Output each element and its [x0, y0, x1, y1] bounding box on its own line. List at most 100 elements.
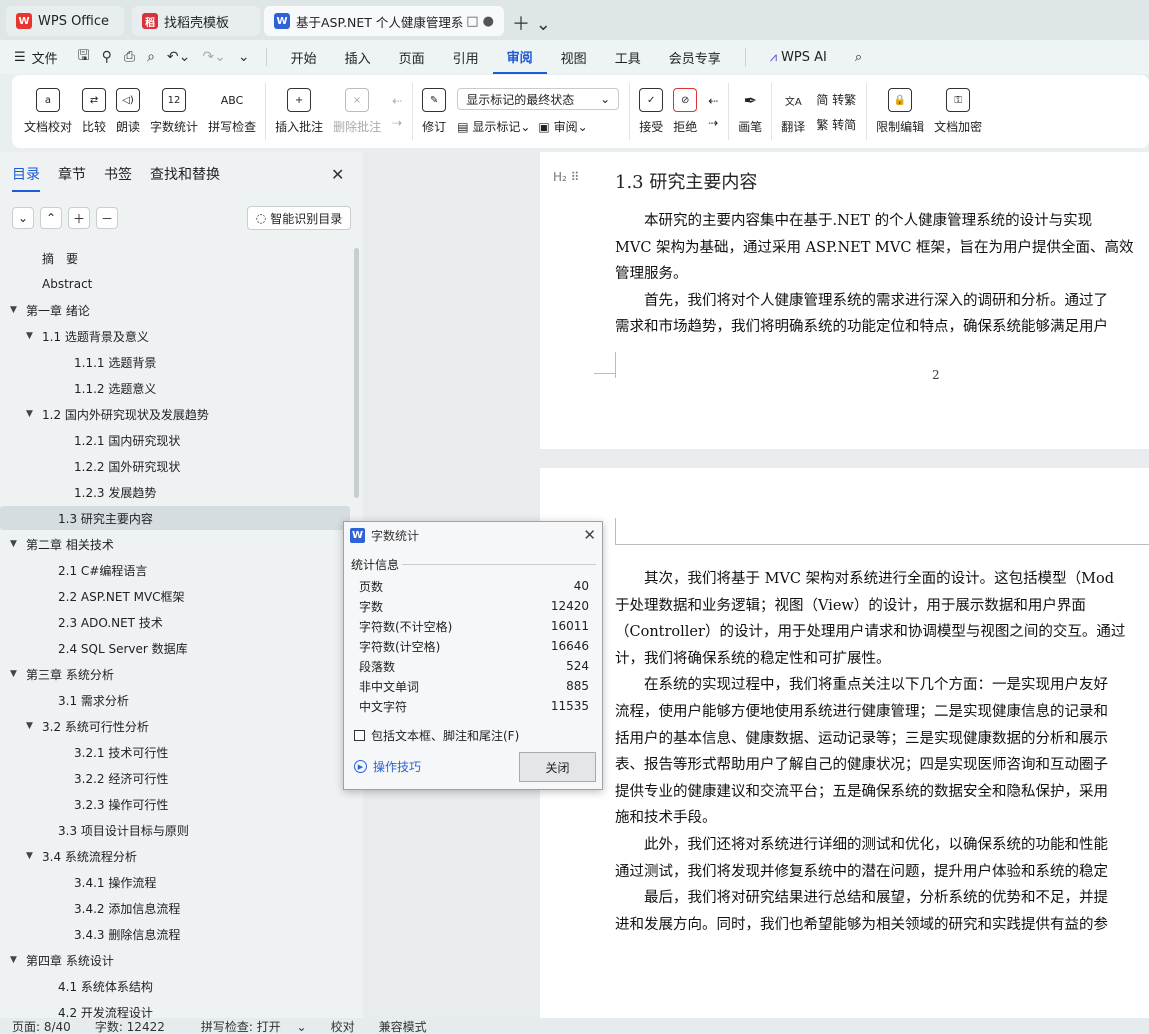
show-markup-button[interactable]: ▤ 显示标记⌄ [457, 118, 530, 135]
toc-item[interactable]: ▼ 第二章 相关技术 [0, 532, 350, 556]
to-traditional-button[interactable]: 简 转繁 [816, 91, 856, 108]
toc-item[interactable]: ▼ 第四章 系统设计 [0, 948, 350, 972]
expand-arrow-icon[interactable]: ▼ [10, 539, 24, 549]
prev-change-icon[interactable]: ⇠ [708, 94, 718, 108]
next-comment-icon[interactable]: ⇢ [392, 116, 402, 130]
review-pane-button[interactable]: ▣ 审阅⌄ [538, 118, 587, 135]
undo-icon[interactable]: ↶⌄ [167, 49, 190, 65]
translate-button[interactable]: 文A 翻译 [776, 75, 810, 148]
tab-close-icon[interactable]: □ ● [466, 14, 494, 29]
toc-item[interactable]: 2.3 ADO.NET 技术 [0, 610, 350, 634]
preview-icon[interactable]: ⌕ [147, 49, 155, 65]
search-icon[interactable]: ⌕ [841, 40, 876, 74]
toc-item[interactable]: ▼ 1.1 选题背景及意义 [0, 324, 350, 348]
toc-item[interactable]: 3.4.2 添加信息流程 [0, 896, 350, 920]
prev-comment-icon[interactable]: ⇠ [392, 94, 402, 108]
save-icon[interactable]: 🖫 [78, 45, 90, 69]
expand-arrow-icon[interactable]: ▼ [10, 955, 24, 965]
tab-find-replace[interactable]: 查找和替换 [150, 164, 220, 192]
toc-item[interactable]: 1.1.2 选题意义 [0, 376, 350, 400]
smart-toc-button[interactable]: ◌ 智能识别目录 [247, 206, 351, 230]
spell-check-button[interactable]: ABC 拼写检查 [203, 75, 261, 148]
toc-item[interactable]: 1.2.3 发展趋势 [0, 480, 350, 504]
menu-start[interactable]: 开始 [277, 40, 331, 74]
toc-scrollbar[interactable] [354, 248, 359, 498]
collapse-up-icon[interactable]: ⌃ [40, 207, 62, 229]
page[interactable]: 其次，我们将基于 MVC 架构对系统进行全面的设计。这包括模型（Mod 于处理数据… [540, 468, 1149, 1018]
next-change-icon[interactable]: ⇢ [708, 116, 718, 130]
toc-item[interactable]: 1.3 研究主要内容 [0, 506, 350, 530]
tips-link[interactable]: ▶ 操作技巧 [354, 758, 421, 775]
tab-docer[interactable]: 稻 找稻壳模板 [132, 6, 260, 36]
toc-item[interactable]: ▼ 3.4 系统流程分析 [0, 844, 350, 868]
toc-item[interactable]: ▼ 第三章 系统分析 [0, 662, 350, 686]
toc-item[interactable]: 3.4.1 操作流程 [0, 870, 350, 894]
menu-view[interactable]: 视图 [547, 40, 601, 74]
toc-item[interactable]: Abstract [0, 272, 350, 296]
expand-arrow-icon[interactable]: ▼ [10, 669, 24, 679]
expand-arrow-icon[interactable]: ▼ [26, 331, 40, 341]
status-proof[interactable]: 校对 [319, 1018, 367, 1034]
expand-arrow-icon[interactable]: ▼ [26, 721, 40, 731]
toc-item[interactable]: 3.2.3 操作可行性 [0, 792, 350, 816]
menu-review[interactable]: 审阅 [492, 40, 547, 74]
restrict-edit-button[interactable]: 🔒 限制编辑 [871, 75, 929, 148]
toc-item[interactable]: 2.4 SQL Server 数据库 [0, 636, 350, 660]
close-button[interactable]: 关闭 [519, 752, 596, 782]
status-spell[interactable]: 拼写检查: 打开 ⌄ [177, 1018, 319, 1034]
add-icon[interactable]: ＋ [68, 207, 90, 229]
toc-item[interactable]: 4.1 系统体系结构 [0, 974, 350, 998]
expand-arrow-icon[interactable]: ▼ [26, 409, 40, 419]
new-tab-icon[interactable]: ＋ ⌄ [512, 10, 551, 36]
status-page[interactable]: 页面: 8/40 [0, 1018, 83, 1034]
toc-item[interactable]: 1.1.1 选题背景 [0, 350, 350, 374]
remove-icon[interactable]: － [96, 207, 118, 229]
menu-page[interactable]: 页面 [385, 40, 439, 74]
close-icon[interactable]: ✕ [331, 165, 344, 184]
reject-button[interactable]: ⊘ 拒绝 [668, 75, 702, 148]
more-icon[interactable]: ⌄ [238, 49, 250, 65]
checkbox-box[interactable] [354, 730, 365, 741]
redo-icon[interactable]: ↷⌄ [202, 49, 225, 65]
link-icon[interactable]: ⚲ [102, 49, 112, 65]
menu-insert[interactable]: 插入 [331, 40, 385, 74]
toc-item[interactable]: ▼ 第一章 绪论 [0, 298, 350, 322]
expand-arrow-icon[interactable]: ▼ [10, 305, 24, 315]
menu-tools[interactable]: 工具 [601, 40, 655, 74]
tab-document[interactable]: W 基于ASP.NET 个人健康管理系 □ ● [264, 6, 504, 36]
toc-item[interactable]: 3.2.1 技术可行性 [0, 740, 350, 764]
menu-member[interactable]: 会员专享 [655, 40, 735, 74]
heading-marker-icon[interactable]: H₂ ⠿ [553, 170, 579, 184]
toc-item[interactable]: ▼ 3.2 系统可行性分析 [0, 714, 350, 738]
doc-proof-button[interactable]: a 文档校对 [12, 75, 77, 148]
toc-item[interactable]: 3.2.2 经济可行性 [0, 766, 350, 790]
toc-item[interactable]: 3.3 项目设计目标与原则 [0, 818, 350, 842]
accept-button[interactable]: ✓ 接受 [634, 75, 668, 148]
tab-sections[interactable]: 章节 [58, 164, 86, 192]
wps-ai-button[interactable]: ⩘ WPS AI [756, 40, 841, 74]
expand-down-icon[interactable]: ⌄ [12, 207, 34, 229]
delete-comment-button[interactable]: × 删除批注 [328, 75, 386, 148]
toc-item[interactable]: 2.2 ASP.NET MVC框架 [0, 584, 350, 608]
dialog-titlebar[interactable]: W 字数统计 ✕ [344, 522, 602, 548]
read-aloud-button[interactable]: ◁) 朗读 [111, 75, 145, 148]
toc-item[interactable]: 1.2.1 国内研究现状 [0, 428, 350, 452]
compare-button[interactable]: ⇄ 比较 [77, 75, 111, 148]
tab-bookmarks[interactable]: 书签 [104, 164, 132, 192]
doc-encrypt-button[interactable]: ⚿ 文档加密 [929, 75, 987, 148]
toc-item[interactable]: 1.2.2 国外研究现状 [0, 454, 350, 478]
toc-item[interactable]: ▼ 1.2 国内外研究现状及发展趋势 [0, 402, 350, 426]
word-count-button[interactable]: 12 字数统计 [145, 75, 203, 148]
close-icon[interactable]: ✕ [583, 526, 596, 544]
file-menu[interactable]: ☰ 文件 [0, 40, 72, 74]
menu-reference[interactable]: 引用 [439, 40, 493, 74]
tab-wps-office[interactable]: W WPS Office [6, 6, 124, 36]
toc-item[interactable]: 3.4.3 删除信息流程 [0, 922, 350, 946]
markup-select[interactable]: 显示标记的最终状态 ⌄ [457, 88, 620, 110]
to-simplified-button[interactable]: 繁 转简 [816, 116, 856, 133]
tab-toc[interactable]: 目录 [12, 164, 40, 192]
expand-arrow-icon[interactable]: ▼ [26, 851, 40, 861]
include-textbox-checkbox[interactable]: 包括文本框、脚注和尾注(F) [354, 727, 519, 744]
insert-comment-button[interactable]: + 插入批注 [270, 75, 328, 148]
toc-item[interactable]: 2.1 C#编程语言 [0, 558, 350, 582]
